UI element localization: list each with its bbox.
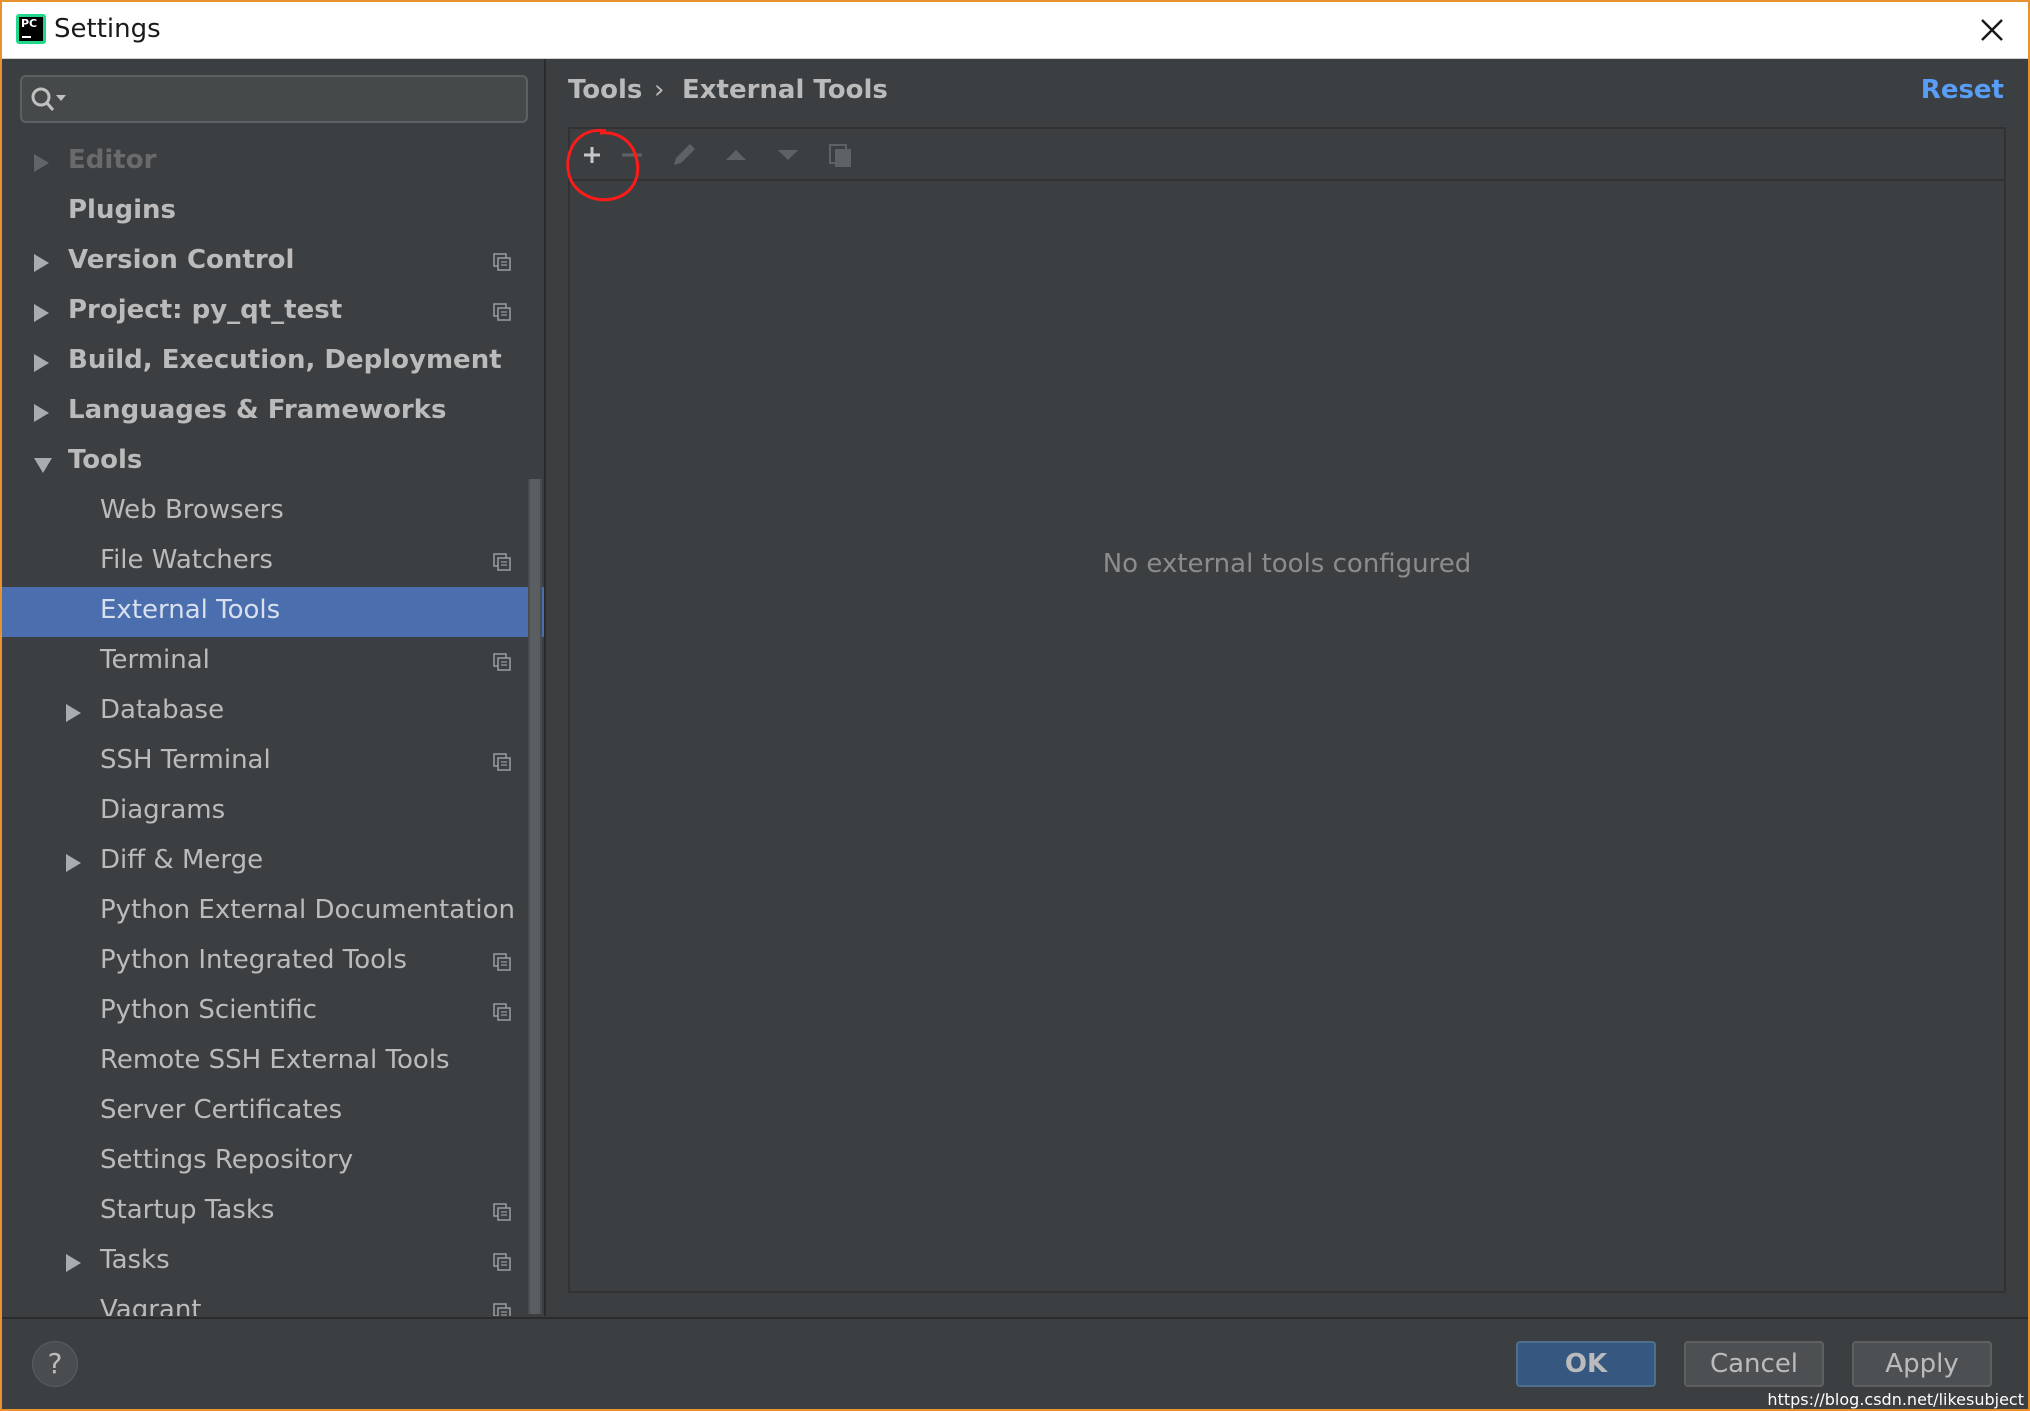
chevron-right-icon[interactable] [66, 1254, 81, 1272]
sidebar-item-label: Python External Documentation [100, 895, 515, 925]
sidebar-item[interactable]: Vagrant [2, 1287, 544, 1316]
sidebar-item-label: Database [100, 695, 225, 725]
sidebar-item[interactable]: File Watchers [2, 537, 544, 587]
project-scope-icon [493, 303, 511, 321]
sidebar-item[interactable]: Web Browsers [2, 487, 544, 537]
sidebar-item-label: Startup Tasks [100, 1195, 275, 1225]
help-button[interactable]: ? [32, 1341, 78, 1387]
sidebar-item-label: Settings Repository [100, 1145, 354, 1175]
sidebar-scrollbar-thumb[interactable] [530, 479, 540, 1314]
dialog-footer: ? OK Cancel Apply [2, 1317, 2028, 1409]
settings-sidebar: Editor Plugins Version Control Project: py_… [2, 59, 546, 1316]
sidebar-item[interactable]: Server Certificates [2, 1087, 544, 1137]
chevron-right-icon[interactable] [34, 304, 49, 322]
breadcrumb-parent: Tools [568, 75, 643, 105]
sidebar-item[interactable]: Version Control [2, 237, 544, 287]
project-scope-icon [493, 953, 511, 971]
sidebar-item[interactable]: Settings Repository [2, 1137, 544, 1187]
sidebar-item[interactable]: Diagrams [2, 787, 544, 837]
breadcrumb-separator: › [654, 75, 665, 105]
chevron-right-icon[interactable] [34, 354, 49, 372]
chevron-down-icon[interactable] [34, 458, 52, 473]
chevron-right-icon[interactable] [34, 254, 49, 272]
sidebar-item-label: Tools [68, 445, 143, 475]
chevron-right-icon[interactable] [66, 854, 81, 872]
watermark-text: https://blog.csdn.net/likesubject [1767, 1390, 2024, 1409]
sidebar-item-label: Web Browsers [100, 495, 284, 525]
apply-button[interactable]: Apply [1852, 1341, 1992, 1387]
arrow-up-icon[interactable] [718, 137, 754, 173]
sidebar-item[interactable]: Terminal [2, 637, 544, 687]
sidebar-item[interactable]: Tasks [2, 1237, 544, 1287]
sidebar-item[interactable]: Tools [2, 437, 544, 487]
project-scope-icon [493, 1003, 511, 1021]
pycharm-app-icon: PC [16, 14, 46, 44]
sidebar-item-label: Tasks [100, 1245, 170, 1275]
sidebar-item-label: SSH Terminal [100, 745, 271, 775]
close-icon[interactable] [1976, 14, 2008, 46]
sidebar-item[interactable]: Project: py_qt_test [2, 287, 544, 337]
empty-state-text: No external tools configured [1102, 549, 1472, 579]
settings-window: PC Settings Editor Plugins Version Control… [0, 0, 2030, 1411]
sidebar-item-label: Version Control [68, 245, 295, 275]
sidebar-item-label: File Watchers [100, 545, 273, 575]
sidebar-item-label: Project: py_qt_test [68, 295, 343, 325]
sidebar-item[interactable]: External Tools [2, 587, 544, 637]
chevron-right-icon[interactable] [66, 704, 81, 722]
search-icon[interactable] [30, 85, 70, 115]
sidebar-item-label: Remote SSH External Tools [100, 1045, 450, 1075]
breadcrumb-current: External Tools [682, 75, 888, 105]
sidebar-item-label: Python Integrated Tools [100, 945, 407, 975]
external-tools-page: Tools › External Tools Reset No external… [546, 59, 2028, 1316]
sidebar-item[interactable]: Python External Documentation [2, 887, 544, 937]
sidebar-item-label: Vagrant [100, 1295, 202, 1316]
arrow-down-icon[interactable] [770, 137, 806, 173]
external-tools-toolbar [566, 128, 2004, 202]
project-scope-icon [493, 1253, 511, 1271]
sidebar-item-label: Terminal [100, 645, 210, 675]
sidebar-item[interactable]: Remote SSH External Tools [2, 1037, 544, 1087]
sidebar-item[interactable]: Python Integrated Tools [2, 937, 544, 987]
project-scope-icon [493, 1203, 511, 1221]
sidebar-item-label: External Tools [100, 595, 281, 625]
copy-icon[interactable] [822, 137, 858, 173]
project-scope-icon [493, 753, 511, 771]
sidebar-item[interactable]: Plugins [2, 187, 544, 237]
reset-link[interactable]: Reset [1921, 75, 2004, 105]
sidebar-item[interactable]: Startup Tasks [2, 1187, 544, 1237]
external-tools-panel: No external tools configured [566, 127, 2006, 1293]
sidebar-item[interactable]: Database [2, 687, 544, 737]
sidebar-item[interactable]: Python Scientific [2, 987, 544, 1037]
settings-search-input[interactable] [20, 75, 528, 123]
sidebar-item-label: Server Certificates [100, 1095, 343, 1125]
chevron-right-icon[interactable] [34, 154, 49, 172]
title-bar: PC Settings [2, 2, 2028, 59]
chevron-right-icon[interactable] [34, 404, 49, 422]
sidebar-item[interactable]: SSH Terminal [2, 737, 544, 787]
ok-button[interactable]: OK [1516, 1341, 1656, 1387]
sidebar-item-label: Plugins [68, 195, 176, 225]
sidebar-item[interactable]: Languages & Frameworks [2, 387, 544, 437]
pencil-icon[interactable] [666, 137, 702, 173]
sidebar-item-label: Editor [68, 145, 157, 175]
sidebar-item-label: Diagrams [100, 795, 226, 825]
window-title: Settings [54, 14, 161, 44]
annotation-circle [566, 128, 640, 202]
cancel-button[interactable]: Cancel [1684, 1341, 1824, 1387]
sidebar-item[interactable]: Editor [2, 137, 544, 187]
sidebar-item-label: Build, Execution, Deployment [68, 345, 502, 375]
project-scope-icon [493, 653, 511, 671]
sidebar-item[interactable]: Diff & Merge [2, 837, 544, 887]
sidebar-item-label: Diff & Merge [100, 845, 264, 875]
project-scope-icon [493, 553, 511, 571]
project-scope-icon [493, 253, 511, 271]
sidebar-item[interactable]: Build, Execution, Deployment [2, 337, 544, 387]
project-scope-icon [493, 1303, 511, 1316]
sidebar-item-label: Languages & Frameworks [68, 395, 447, 425]
sidebar-item-label: Python Scientific [100, 995, 317, 1025]
